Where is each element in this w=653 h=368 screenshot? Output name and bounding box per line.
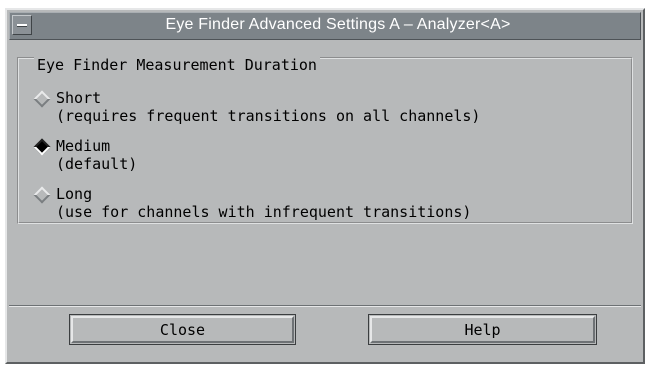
close-button-label: Close xyxy=(159,320,206,339)
option-short-description: (requires frequent transitions on all ch… xyxy=(56,107,481,125)
option-short-label[interactable]: Short xyxy=(56,89,101,107)
help-button[interactable]: Help xyxy=(368,314,597,345)
window-menu-icon[interactable] xyxy=(12,15,32,35)
dialog-window: Eye Finder Advanced Settings A – Analyze… xyxy=(5,8,645,364)
option-medium-description: (default) xyxy=(56,155,138,173)
option-medium-label[interactable]: Medium xyxy=(56,137,110,155)
option-long-label[interactable]: Long xyxy=(56,185,92,203)
title-bar[interactable]: Eye Finder Advanced Settings A – Analyze… xyxy=(9,12,641,40)
group-legend: Eye Finder Measurement Duration xyxy=(34,56,320,74)
option-long-description: (use for channels with infrequent transi… xyxy=(56,203,472,221)
window-title: Eye Finder Advanced Settings A – Analyze… xyxy=(165,16,511,33)
button-separator xyxy=(9,305,641,307)
close-button[interactable]: Close xyxy=(69,314,296,345)
help-button-label: Help xyxy=(464,320,501,339)
